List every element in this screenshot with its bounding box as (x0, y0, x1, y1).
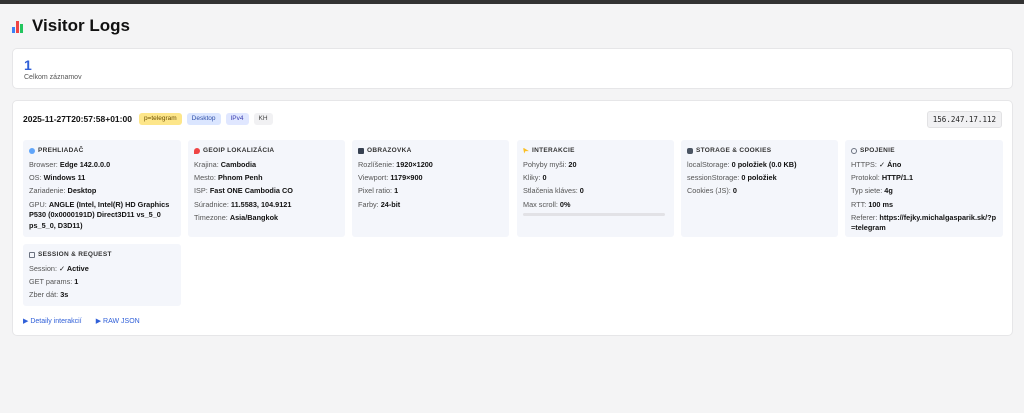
panel-storage: STORAGE & COOKIES localStorage: 0 položi… (681, 140, 838, 237)
session-storage-row: sessionStorage: 0 položiek (687, 173, 777, 183)
gpu-row: GPU: ANGLE (Intel, Intel(R) HD Graphics … (29, 199, 170, 230)
link-icon (851, 147, 857, 154)
ip-address: 156.247.17.112 (926, 111, 1002, 128)
top-bar (0, 0, 1024, 4)
panel-storage-title: STORAGE & COOKIES (696, 147, 772, 154)
panel-browser: PREHLIADAČ Browser: Edge 142.0.0.0 OS: W… (23, 140, 181, 237)
isp-row: ISP: Fast ONE Cambodia CO (194, 186, 293, 196)
device-row: Zariadenie: Desktop (29, 186, 97, 196)
scroll-progress-bar (523, 212, 665, 216)
pin-icon (194, 147, 200, 154)
country-badge: KH (253, 113, 273, 125)
log-entry-links: ▶ Detaily interakcií ▶ RAW JSON (23, 317, 140, 325)
mouse-moves-row: Pohyby myši: 20 (523, 160, 577, 169)
record-count: 1 (24, 57, 32, 73)
os-row: OS: Windows 11 (29, 173, 86, 183)
ip-version-badge: IPv4 (225, 113, 249, 125)
coordinates-row: Súradnice: 11.5583, 104.9121 (194, 199, 292, 209)
monitor-icon (358, 147, 364, 154)
cookies-row: Cookies (JS): 0 (687, 186, 737, 196)
panel-session-title: SESSION & REQUEST (38, 251, 112, 258)
log-entry-card: 2025-11-27T20:57:58+01:00 p=telegram Des… (12, 100, 1013, 336)
page-title: Visitor Logs (12, 16, 130, 36)
record-count-label: Celkom záznamov (24, 74, 82, 81)
protocol-row: Protokol: HTTP/1.1 (851, 173, 914, 183)
panel-geoip: GEOIP LOKALIZÁCIA Krajina: Cambodia Mest… (188, 140, 345, 237)
referer-row: Referer: https://fejky.michalgasparik.sk… (851, 212, 997, 233)
panel-session: SESSION & REQUEST Session: ✓ Active GET … (23, 244, 181, 306)
page-title-text: Visitor Logs (32, 16, 130, 35)
color-depth-row: Farby: 24-bit (358, 199, 401, 209)
panel-interaction: INTERAKCIE Pohyby myši: 20 Kliky: 0 Stla… (517, 140, 674, 237)
city-row: Mesto: Phnom Penh (194, 173, 263, 183)
panel-screen-title: OBRAZOVKA (367, 147, 412, 154)
clipboard-icon (29, 251, 35, 258)
timezone-row: Timezone: Asia/Bangkok (194, 212, 279, 222)
pixel-ratio-row: Pixel ratio: 1 (358, 186, 399, 196)
panel-screen: OBRAZOVKA Rozlíšenie: 1920×1200 Viewport… (352, 140, 509, 237)
session-row: Session: ✓ Active (29, 264, 89, 273)
summary-card: 1 Celkom záznamov (12, 48, 1013, 89)
raw-json-link[interactable]: ▶ RAW JSON (96, 317, 140, 325)
referer-badge: p=telegram (138, 113, 182, 125)
panel-connection: SPOJENIE HTTPS: ✓ Áno Protokol: HTTP/1.1… (845, 140, 1003, 237)
local-storage-row: localStorage: 0 položiek (0.0 KB) (687, 160, 797, 169)
country-row: Krajina: Cambodia (194, 160, 257, 169)
globe-icon (29, 147, 35, 154)
panel-interaction-title: INTERAKCIE (532, 147, 575, 154)
log-entry-header: 2025-11-27T20:57:58+01:00 p=telegram Des… (23, 113, 273, 125)
https-row: HTTPS: ✓ Áno (851, 160, 902, 169)
panel-geoip-title: GEOIP LOKALIZÁCIA (203, 147, 275, 154)
resolution-row: Rozlíšenie: 1920×1200 (358, 160, 433, 169)
network-type-row: Typ siete: 4g (851, 186, 893, 196)
browser-row: Browser: Edge 142.0.0.0 (29, 160, 111, 169)
panel-browser-title: PREHLIADAČ (38, 147, 84, 154)
interaction-details-link[interactable]: ▶ Detaily interakcií (23, 317, 82, 325)
panel-connection-title: SPOJENIE (860, 147, 895, 154)
cursor-icon (523, 147, 529, 154)
log-timestamp: 2025-11-27T20:57:58+01:00 (23, 114, 132, 124)
keypresses-row: Stlačenia kláves: 0 (523, 186, 584, 196)
device-badge: Desktop (186, 113, 221, 125)
viewport-row: Viewport: 1179×900 (358, 173, 423, 183)
database-icon (687, 147, 693, 154)
bar-chart-icon (12, 19, 26, 33)
max-scroll-row: Max scroll: 0% (523, 199, 571, 209)
get-params-row: GET params: 1 (29, 277, 79, 287)
rtt-row: RTT: 100 ms (851, 199, 894, 209)
collection-time-row: Zber dát: 3s (29, 290, 69, 300)
clicks-row: Kliky: 0 (523, 173, 547, 183)
